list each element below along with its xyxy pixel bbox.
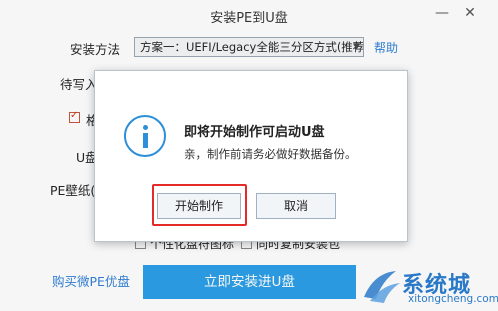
dialog-title: 即将开始制作可启动U盘 (184, 125, 325, 140)
watermark-url: xitongcheng.com (408, 293, 498, 305)
highlight-box (152, 184, 247, 226)
info-icon (124, 115, 166, 157)
dialog-message: 亲，制作前请务必做好数据备份。 (184, 147, 357, 161)
cancel-button[interactable]: 取消 (256, 193, 336, 219)
watermark-logo (364, 271, 400, 303)
